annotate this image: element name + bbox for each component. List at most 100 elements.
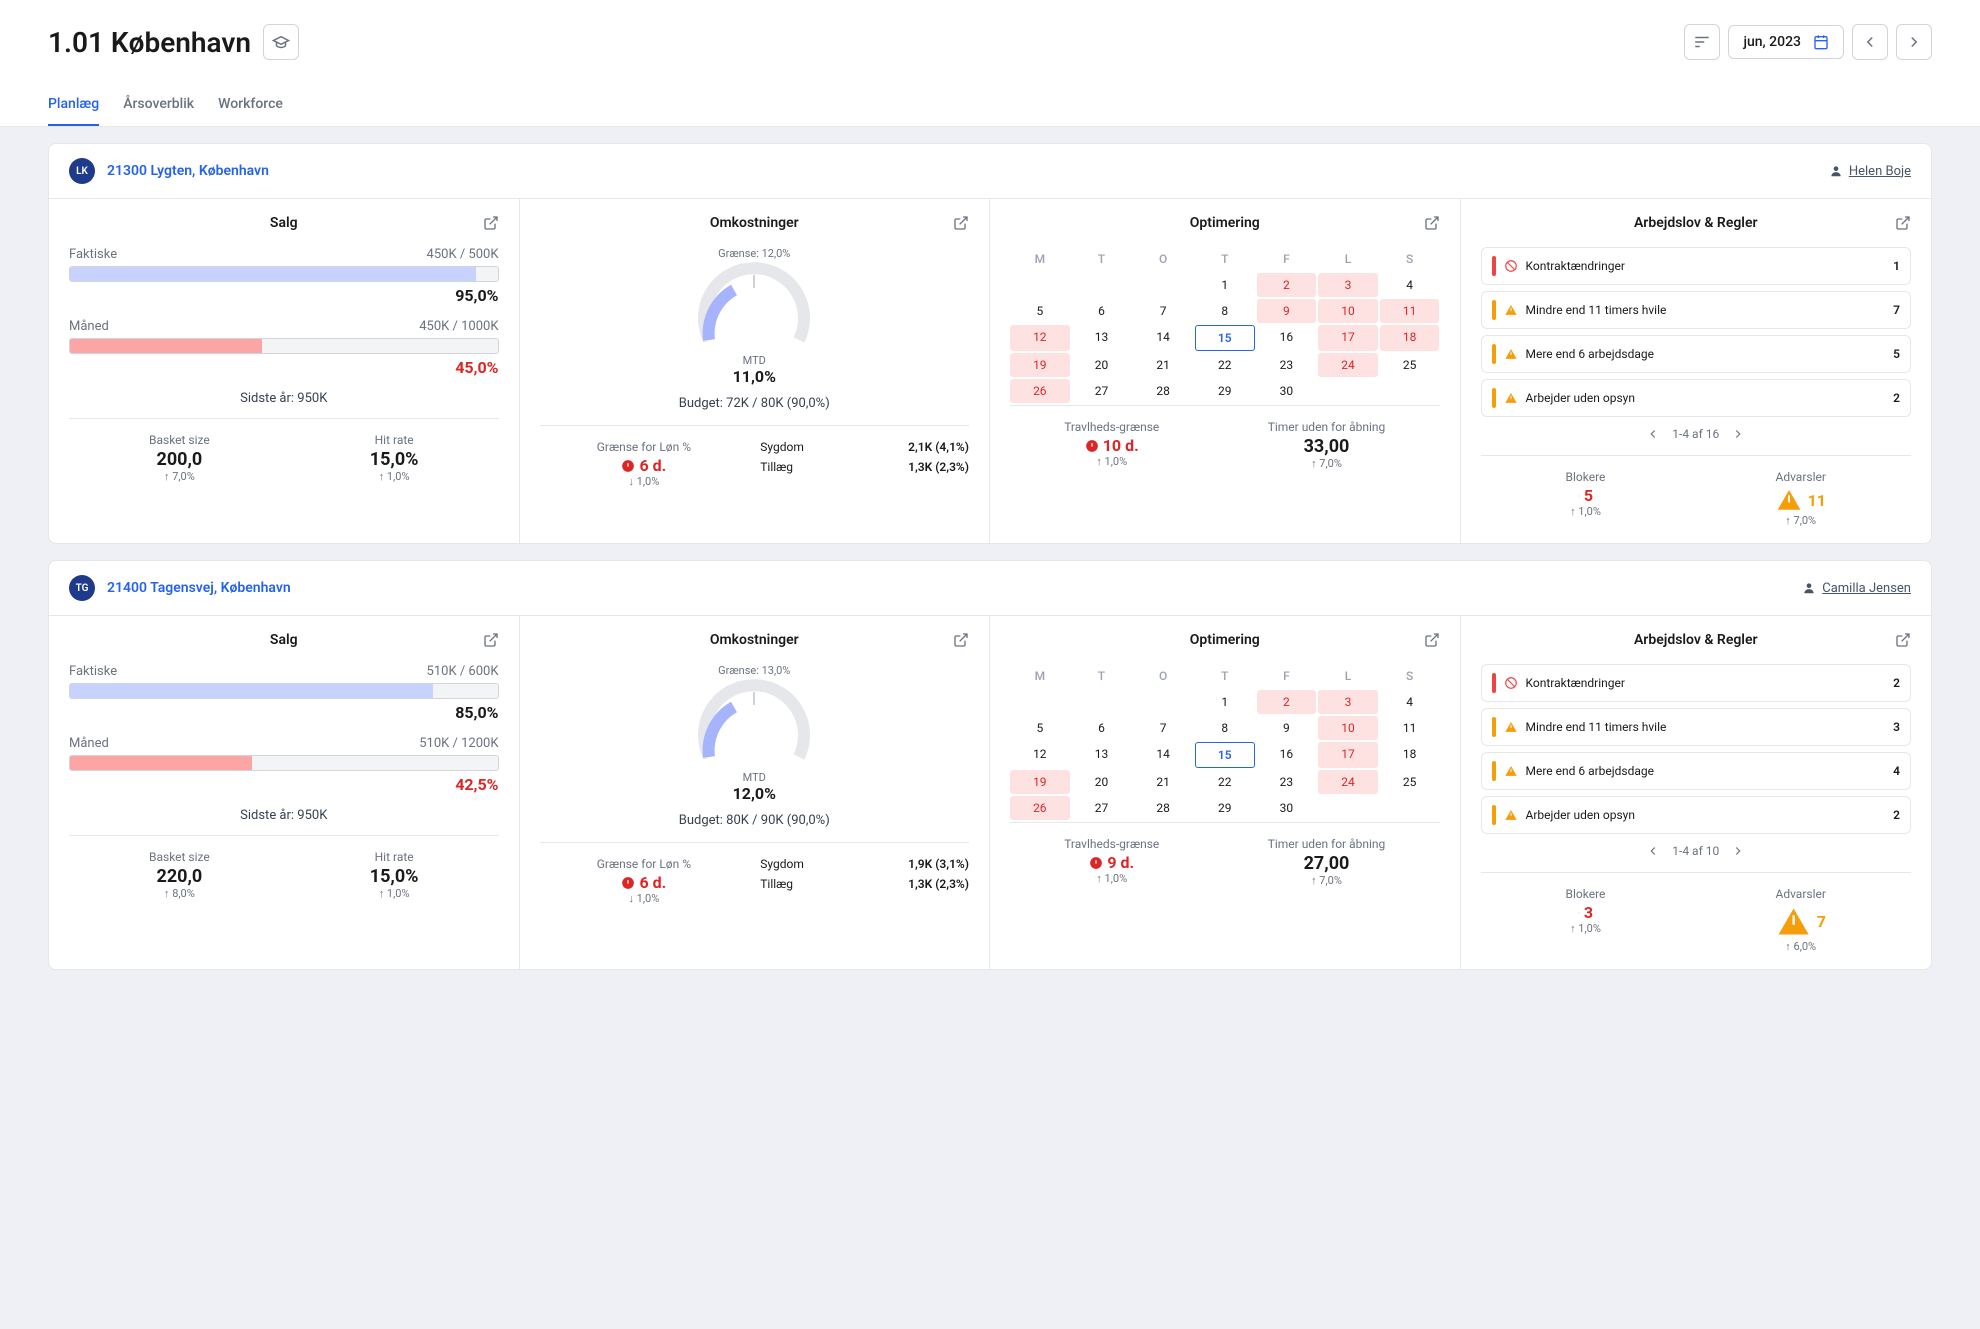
cal-day[interactable]: 13 — [1072, 742, 1132, 768]
cal-day[interactable]: 1 — [1195, 690, 1255, 714]
tab-workforce[interactable]: Workforce — [218, 84, 283, 126]
cal-day[interactable]: 8 — [1195, 716, 1255, 740]
faktiske-ratio: 450K / 500K — [427, 247, 499, 262]
cal-day[interactable]: 28 — [1133, 379, 1193, 403]
cal-cell-empty — [1380, 796, 1440, 820]
open-sales-button[interactable] — [483, 632, 499, 652]
cal-day[interactable]: 26 — [1010, 796, 1070, 820]
cal-day[interactable]: 25 — [1380, 353, 1440, 377]
open-sales-button[interactable] — [483, 215, 499, 235]
cal-day[interactable]: 7 — [1133, 299, 1193, 323]
blokere-label: Blokere — [1566, 887, 1606, 901]
cal-day[interactable]: 6 — [1072, 716, 1132, 740]
cal-day[interactable]: 29 — [1195, 379, 1255, 403]
page-next-icon[interactable] — [1731, 427, 1745, 441]
cal-day[interactable]: 17 — [1318, 742, 1378, 768]
cal-day[interactable]: 4 — [1380, 690, 1440, 714]
open-rules-button[interactable] — [1895, 215, 1911, 235]
open-rules-button[interactable] — [1895, 632, 1911, 652]
cal-day[interactable]: 12 — [1010, 742, 1070, 768]
cal-day[interactable]: 11 — [1380, 299, 1440, 323]
cal-day[interactable]: 10 — [1318, 716, 1378, 740]
cal-day[interactable]: 23 — [1257, 353, 1317, 377]
tab-planlæg[interactable]: Planlæg — [48, 84, 99, 126]
user-link[interactable]: Camilla Jensen — [1802, 581, 1911, 596]
cal-day[interactable]: 11 — [1380, 716, 1440, 740]
rule-item[interactable]: Mindre end 11 timers hvile 3 — [1481, 708, 1912, 746]
rule-item[interactable]: Mere end 6 arbejdsdage 4 — [1481, 752, 1912, 790]
cal-day[interactable]: 21 — [1133, 353, 1193, 377]
cal-day[interactable]: 30 — [1257, 379, 1317, 403]
cal-day[interactable]: 9 — [1257, 299, 1317, 323]
tab-årsoverblik[interactable]: Årsoverblik — [123, 84, 194, 126]
cal-day[interactable]: 16 — [1257, 742, 1317, 768]
location-name[interactable]: 21400 Tagensvej, København — [107, 580, 291, 596]
cal-day[interactable]: 24 — [1318, 353, 1378, 377]
cal-day[interactable]: 14 — [1133, 325, 1193, 351]
cal-day[interactable]: 3 — [1318, 273, 1378, 297]
cal-day[interactable]: 29 — [1195, 796, 1255, 820]
rule-label: Arbejder uden opsyn — [1526, 808, 1635, 822]
cal-day[interactable]: 7 — [1133, 716, 1193, 740]
cal-day[interactable]: 18 — [1380, 742, 1440, 768]
open-opt-button[interactable] — [1424, 215, 1440, 235]
page-next-icon[interactable] — [1731, 844, 1745, 858]
blokere-change: ↑ 1,0% — [1566, 505, 1606, 518]
cal-day[interactable]: 28 — [1133, 796, 1193, 820]
rule-item[interactable]: Mindre end 11 timers hvile 7 — [1481, 291, 1912, 329]
advarsler-value: 7 — [1775, 903, 1825, 940]
next-button[interactable] — [1896, 24, 1932, 60]
cal-day[interactable]: 22 — [1195, 770, 1255, 794]
cal-day[interactable]: 9 — [1257, 716, 1317, 740]
cal-day[interactable]: 15 — [1195, 742, 1255, 768]
cal-day[interactable]: 12 — [1010, 325, 1070, 351]
rule-item[interactable]: Kontraktændringer 1 — [1481, 247, 1912, 285]
timer-value: 27,00 — [1268, 853, 1386, 874]
cal-day[interactable]: 4 — [1380, 273, 1440, 297]
rule-item[interactable]: Arbejder uden opsyn 2 — [1481, 796, 1912, 834]
cal-day[interactable]: 17 — [1318, 325, 1378, 351]
cal-day[interactable]: 2 — [1257, 690, 1317, 714]
cal-day[interactable]: 6 — [1072, 299, 1132, 323]
education-button[interactable] — [263, 24, 299, 60]
cal-day[interactable]: 8 — [1195, 299, 1255, 323]
open-costs-button[interactable] — [953, 215, 969, 235]
cal-day[interactable]: 27 — [1072, 796, 1132, 820]
cal-day[interactable]: 22 — [1195, 353, 1255, 377]
cal-day[interactable]: 15 — [1195, 325, 1255, 351]
cal-day[interactable]: 5 — [1010, 299, 1070, 323]
cal-day[interactable]: 20 — [1072, 353, 1132, 377]
user-link[interactable]: Helen Boje — [1829, 164, 1911, 179]
cal-day[interactable]: 19 — [1010, 353, 1070, 377]
open-opt-button[interactable] — [1424, 632, 1440, 652]
cal-day[interactable]: 2 — [1257, 273, 1317, 297]
cal-day[interactable]: 14 — [1133, 742, 1193, 768]
cal-day[interactable]: 5 — [1010, 716, 1070, 740]
blokere-value: 5 — [1566, 486, 1606, 505]
cal-day[interactable]: 30 — [1257, 796, 1317, 820]
cal-day[interactable]: 26 — [1010, 379, 1070, 403]
open-costs-button[interactable] — [953, 632, 969, 652]
cal-day[interactable]: 20 — [1072, 770, 1132, 794]
date-picker[interactable]: jun, 2023 — [1728, 25, 1844, 59]
cal-day[interactable]: 1 — [1195, 273, 1255, 297]
cal-day[interactable]: 25 — [1380, 770, 1440, 794]
cal-day[interactable]: 27 — [1072, 379, 1132, 403]
cal-day[interactable]: 21 — [1133, 770, 1193, 794]
page-prev-icon[interactable] — [1646, 427, 1660, 441]
location-name[interactable]: 21300 Lygten, København — [107, 163, 269, 179]
cal-day[interactable]: 23 — [1257, 770, 1317, 794]
rule-item[interactable]: Kontraktændringer 2 — [1481, 664, 1912, 702]
cal-day[interactable]: 13 — [1072, 325, 1132, 351]
sort-button[interactable] — [1684, 24, 1720, 60]
page-prev-icon[interactable] — [1646, 844, 1660, 858]
prev-button[interactable] — [1852, 24, 1888, 60]
rule-item[interactable]: Mere end 6 arbejdsdage 5 — [1481, 335, 1912, 373]
cal-day[interactable]: 19 — [1010, 770, 1070, 794]
cal-day[interactable]: 16 — [1257, 325, 1317, 351]
cal-day[interactable]: 24 — [1318, 770, 1378, 794]
cal-day[interactable]: 18 — [1380, 325, 1440, 351]
rule-item[interactable]: Arbejder uden opsyn 2 — [1481, 379, 1912, 417]
cal-day[interactable]: 3 — [1318, 690, 1378, 714]
cal-day[interactable]: 10 — [1318, 299, 1378, 323]
